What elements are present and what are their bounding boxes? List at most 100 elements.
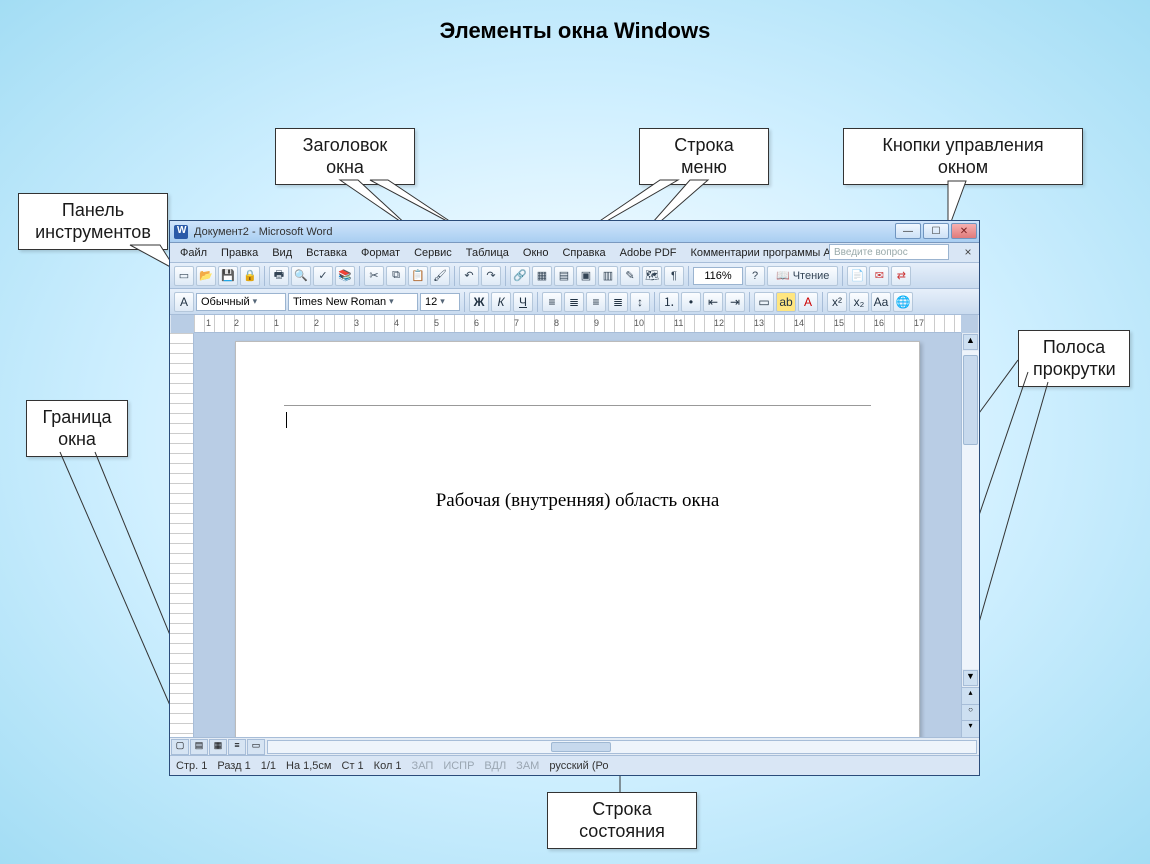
document-page[interactable]: Рабочая (внутренняя) область окна [235, 341, 920, 737]
highlight-button[interactable]: ab [776, 292, 796, 312]
window-title: Документ2 - Microsoft Word [194, 226, 332, 238]
text-cursor [286, 412, 287, 428]
redo-icon[interactable]: ↷ [481, 266, 501, 286]
show-marks-icon[interactable]: ¶ [664, 266, 684, 286]
decrease-indent-button[interactable]: ⇤ [703, 292, 723, 312]
status-rec[interactable]: ЗАП [412, 760, 434, 772]
title-bar[interactable]: Документ2 - Microsoft Word — ☐ ✕ [170, 221, 979, 243]
vertical-ruler[interactable] [170, 333, 194, 737]
language-button[interactable]: 🌐 [893, 292, 913, 312]
font-size-combo[interactable]: 12▾ [420, 293, 460, 311]
bold-button[interactable]: Ж [469, 292, 489, 312]
status-ext[interactable]: ВДЛ [484, 760, 506, 772]
help-icon[interactable]: ? [745, 266, 765, 286]
prev-page-icon[interactable]: ▴ [962, 687, 979, 704]
menu-view[interactable]: Вид [266, 246, 298, 260]
italic-button[interactable]: К [491, 292, 511, 312]
drawing-icon[interactable]: ✎ [620, 266, 640, 286]
normal-view-icon[interactable]: ▢ [171, 739, 189, 755]
borders-button[interactable]: ▭ [754, 292, 774, 312]
select-browse-icon[interactable]: ○ [962, 704, 979, 721]
pdf-convert-icon[interactable]: 📄 [847, 266, 867, 286]
insert-table-icon[interactable]: ▤ [554, 266, 574, 286]
style-combo[interactable]: Обычный▾ [196, 293, 286, 311]
tables-borders-icon[interactable]: ▦ [532, 266, 552, 286]
menu-tools[interactable]: Сервис [408, 246, 458, 260]
pdf-email-icon[interactable]: ✉ [869, 266, 889, 286]
change-case-button[interactable]: Aa [871, 292, 891, 312]
research-icon[interactable]: 📚 [335, 266, 355, 286]
menu-insert[interactable]: Вставка [300, 246, 353, 260]
menu-file[interactable]: Файл [174, 246, 213, 260]
menu-help[interactable]: Справка [556, 246, 611, 260]
subscript-button[interactable]: x₂ [849, 292, 869, 312]
work-area-wrap: Рабочая (внутренняя) область окна ▲ ▼ ▴ … [170, 333, 979, 737]
next-page-icon[interactable]: ▾ [962, 720, 979, 737]
numbering-button[interactable]: ⒈ [659, 292, 679, 312]
menu-window[interactable]: Окно [517, 246, 555, 260]
font-color-button[interactable]: A [798, 292, 818, 312]
status-trk[interactable]: ИСПР [443, 760, 474, 772]
pdf-review-icon[interactable]: ⇄ [891, 266, 911, 286]
spellcheck-icon[interactable]: ✓ [313, 266, 333, 286]
scroll-down-icon[interactable]: ▼ [963, 670, 978, 686]
horizontal-ruler[interactable]: 1 2 1 2 3 4 5 6 7 8 9 10 11 12 13 14 15 … [194, 315, 961, 333]
preview-icon[interactable]: 🔍 [291, 266, 311, 286]
menu-edit[interactable]: Правка [215, 246, 264, 260]
align-right-button[interactable]: ≡ [586, 292, 606, 312]
open-icon[interactable]: 📂 [196, 266, 216, 286]
menu-adobe-pdf[interactable]: Adobe PDF [614, 246, 683, 260]
font-combo[interactable]: Times New Roman▾ [288, 293, 418, 311]
paste-icon[interactable]: 📋 [408, 266, 428, 286]
undo-icon[interactable]: ↶ [459, 266, 479, 286]
status-col: Кол 1 [374, 760, 402, 772]
increase-indent-button[interactable]: ⇥ [725, 292, 745, 312]
document-area[interactable]: Рабочая (внутренняя) область окна [194, 333, 961, 737]
window-controls: — ☐ ✕ [895, 223, 977, 239]
align-center-button[interactable]: ≣ [564, 292, 584, 312]
excel-icon[interactable]: ▣ [576, 266, 596, 286]
align-justify-button[interactable]: ≣ [608, 292, 628, 312]
permission-icon[interactable]: 🔒 [240, 266, 260, 286]
print-icon[interactable]: 🖶 [269, 266, 289, 286]
browse-buttons: ▴ ○ ▾ [962, 687, 979, 737]
format-painter-icon[interactable]: 🖌 [430, 266, 450, 286]
scroll-up-icon[interactable]: ▲ [963, 334, 978, 350]
cut-icon[interactable]: ✂ [364, 266, 384, 286]
menu-table[interactable]: Таблица [460, 246, 515, 260]
bottom-bar: ▢ ▤ ▦ ≡ ▭ [170, 737, 979, 755]
vertical-scrollbar[interactable]: ▲ ▼ ▴ ○ ▾ [961, 333, 979, 737]
underline-button[interactable]: Ч [513, 292, 533, 312]
align-left-button[interactable]: ≡ [542, 292, 562, 312]
status-lang[interactable]: русский (Ро [549, 760, 608, 772]
close-button[interactable]: ✕ [951, 223, 977, 239]
columns-icon[interactable]: ▥ [598, 266, 618, 286]
callout-window-buttons: Кнопки управления окном [843, 128, 1083, 185]
save-icon[interactable]: 💾 [218, 266, 238, 286]
new-doc-icon[interactable]: ▭ [174, 266, 194, 286]
scroll-track[interactable] [962, 351, 979, 669]
bullets-button[interactable]: • [681, 292, 701, 312]
horizontal-scrollbar[interactable] [267, 740, 977, 754]
line-spacing-button[interactable]: ↕ [630, 292, 650, 312]
status-ovr[interactable]: ЗАМ [516, 760, 539, 772]
print-view-icon[interactable]: ▦ [209, 739, 227, 755]
maximize-button[interactable]: ☐ [923, 223, 949, 239]
minimize-button[interactable]: — [895, 223, 921, 239]
superscript-button[interactable]: x² [827, 292, 847, 312]
styles-pane-icon[interactable]: A [174, 292, 194, 312]
reading-view-icon[interactable]: ▭ [247, 739, 265, 755]
menu-format[interactable]: Формат [355, 246, 406, 260]
hscroll-thumb[interactable] [551, 742, 611, 752]
scroll-thumb[interactable] [963, 355, 978, 445]
reading-layout-button[interactable]: 📖Чтение [767, 266, 838, 286]
zoom-combo[interactable]: 116% [693, 267, 743, 285]
close-doc-button[interactable]: × [961, 245, 975, 259]
copy-icon[interactable]: ⧉ [386, 266, 406, 286]
web-view-icon[interactable]: ▤ [190, 739, 208, 755]
hyperlink-icon[interactable]: 🔗 [510, 266, 530, 286]
menu-bar: Файл Правка Вид Вставка Формат Сервис Та… [170, 243, 979, 263]
doc-map-icon[interactable]: 🗺 [642, 266, 662, 286]
outline-view-icon[interactable]: ≡ [228, 739, 246, 755]
help-search-input[interactable]: Введите вопрос [829, 244, 949, 260]
